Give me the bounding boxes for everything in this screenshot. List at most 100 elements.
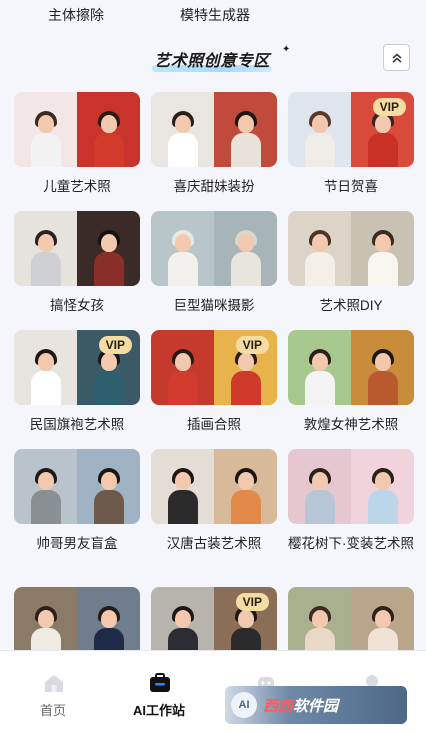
thumbnail-photo <box>14 330 77 405</box>
portrait-figure <box>166 606 200 652</box>
portrait-figure <box>366 111 400 167</box>
portrait-figure <box>29 349 63 405</box>
portrait-figure <box>366 349 400 405</box>
home-icon <box>45 675 63 692</box>
portrait-figure <box>303 606 337 652</box>
nav-label-ai-workstation: AI工作站 <box>132 703 185 718</box>
portrait-figure <box>29 230 63 286</box>
thumbnail-photo <box>288 330 351 405</box>
thumbnail-photo <box>351 330 414 405</box>
portrait-figure <box>92 230 126 286</box>
watermark-text: 西西软件园 <box>263 695 338 716</box>
style-card-label: 搞怪女孩 <box>50 298 104 313</box>
sparkle-icon: ✦ <box>282 44 291 55</box>
top-tools-row: 主体擦除 模特生成器 <box>0 0 426 34</box>
portrait-figure <box>29 468 63 524</box>
style-card[interactable]: 敦煌女神艺术照 <box>288 330 414 434</box>
style-card[interactable]: 喜庆甜妹装扮 <box>151 92 277 196</box>
style-card-thumbnail: VIP <box>151 587 277 652</box>
style-card-thumbnail <box>14 92 140 167</box>
style-card-label: 樱花树下·变装艺术照 <box>288 536 414 551</box>
thumbnail-photo <box>288 449 351 524</box>
portrait-figure <box>92 111 126 167</box>
collapse-button[interactable] <box>383 44 410 71</box>
style-card[interactable]: 巨型猫咪摄影 <box>151 211 277 315</box>
nav-item-home[interactable]: 首页 <box>0 651 106 733</box>
portrait-figure <box>303 468 337 524</box>
portrait-figure <box>303 111 337 167</box>
thumbnail-photo <box>77 92 140 167</box>
vip-badge: VIP <box>235 336 269 354</box>
style-card-label: 艺术照DIY <box>319 298 383 313</box>
style-card-label: 节日贺喜 <box>324 179 378 194</box>
style-card-thumbnail <box>288 587 414 652</box>
vip-badge: VIP <box>98 336 132 354</box>
portrait-figure <box>92 468 126 524</box>
style-card-label: 儿童艺术照 <box>43 179 111 194</box>
portrait-figure <box>303 349 337 405</box>
style-card[interactable]: 帅哥男友盲盒 <box>14 449 140 553</box>
watermark-text-b: 软件园 <box>293 697 339 715</box>
style-card-grid: 儿童艺术照 喜庆甜妹装扮 VIP 节日贺喜搞怪女孩 巨型猫咪摄影 艺术照DIY VIP 民国旗… <box>0 92 426 652</box>
portrait-figure <box>92 349 126 405</box>
style-card-thumbnail <box>151 449 277 524</box>
tool-model-generator[interactable]: 模特生成器 <box>180 5 250 25</box>
style-card[interactable] <box>288 587 414 652</box>
portrait-figure <box>166 468 200 524</box>
portrait-figure <box>229 230 263 286</box>
style-card-label: 民国旗袍艺术照 <box>29 417 125 432</box>
style-card[interactable]: 儿童艺术照 <box>14 92 140 196</box>
thumbnail-photo <box>14 211 77 286</box>
thumbnail-photo <box>151 211 214 286</box>
briefcase-icon <box>150 673 170 692</box>
thumbnail-photo <box>288 587 351 652</box>
thumbnail-photo <box>77 449 140 524</box>
portrait-figure <box>166 111 200 167</box>
thumbnail-photo <box>14 449 77 524</box>
thumbnail-photo <box>14 92 77 167</box>
style-card-thumbnail <box>14 587 140 652</box>
style-card[interactable]: VIP <box>151 587 277 652</box>
style-card[interactable]: 樱花树下·变装艺术照 <box>288 449 414 553</box>
portrait-figure <box>366 468 400 524</box>
portrait-figure <box>303 230 337 286</box>
watermark-badge: AI <box>231 692 257 718</box>
style-card-label: 汉唐古装艺术照 <box>166 536 262 551</box>
thumbnail-photo <box>288 211 351 286</box>
site-watermark: AI 西西软件园 <box>225 686 407 724</box>
thumbnail-photo <box>151 449 214 524</box>
style-card[interactable]: 艺术照DIY <box>288 211 414 315</box>
portrait-figure <box>29 111 63 167</box>
thumbnail-photo <box>214 449 277 524</box>
thumbnail-photo <box>151 92 214 167</box>
style-card-label: 敦煌女神艺术照 <box>303 417 399 432</box>
thumbnail-photo <box>151 587 214 652</box>
style-card-thumbnail <box>288 449 414 524</box>
style-card[interactable] <box>14 587 140 652</box>
style-card-thumbnail <box>14 449 140 524</box>
section-title: 艺术照创意专区 <box>154 53 270 70</box>
style-card[interactable]: 汉唐古装艺术照 <box>151 449 277 553</box>
section-header: 艺术照创意专区 ✦ <box>0 40 426 80</box>
tool-subject-erase[interactable]: 主体擦除 <box>48 5 104 25</box>
thumbnail-photo <box>214 92 277 167</box>
nav-item-ai-workstation[interactable]: AI工作站 <box>106 651 212 733</box>
portrait-figure <box>166 349 200 405</box>
portrait-figure <box>166 230 200 286</box>
style-card-thumbnail <box>288 330 414 405</box>
style-card[interactable]: VIP 民国旗袍艺术照 <box>14 330 140 434</box>
vip-badge: VIP <box>372 98 406 116</box>
thumbnail-photo <box>351 449 414 524</box>
style-card[interactable]: VIP 插画合照 <box>151 330 277 434</box>
style-card-label: 巨型猫咪摄影 <box>173 298 255 313</box>
style-card[interactable]: 搞怪女孩 <box>14 211 140 315</box>
portrait-figure <box>366 230 400 286</box>
style-card[interactable]: VIP 节日贺喜 <box>288 92 414 196</box>
style-card-thumbnail: VIP <box>151 330 277 405</box>
style-card-thumbnail: VIP <box>14 330 140 405</box>
style-card-thumbnail: VIP <box>288 92 414 167</box>
thumbnail-photo <box>151 330 214 405</box>
nav-label-home: 首页 <box>39 703 66 718</box>
style-card-label: 帅哥男友盲盒 <box>36 536 118 551</box>
portrait-figure <box>229 111 263 167</box>
